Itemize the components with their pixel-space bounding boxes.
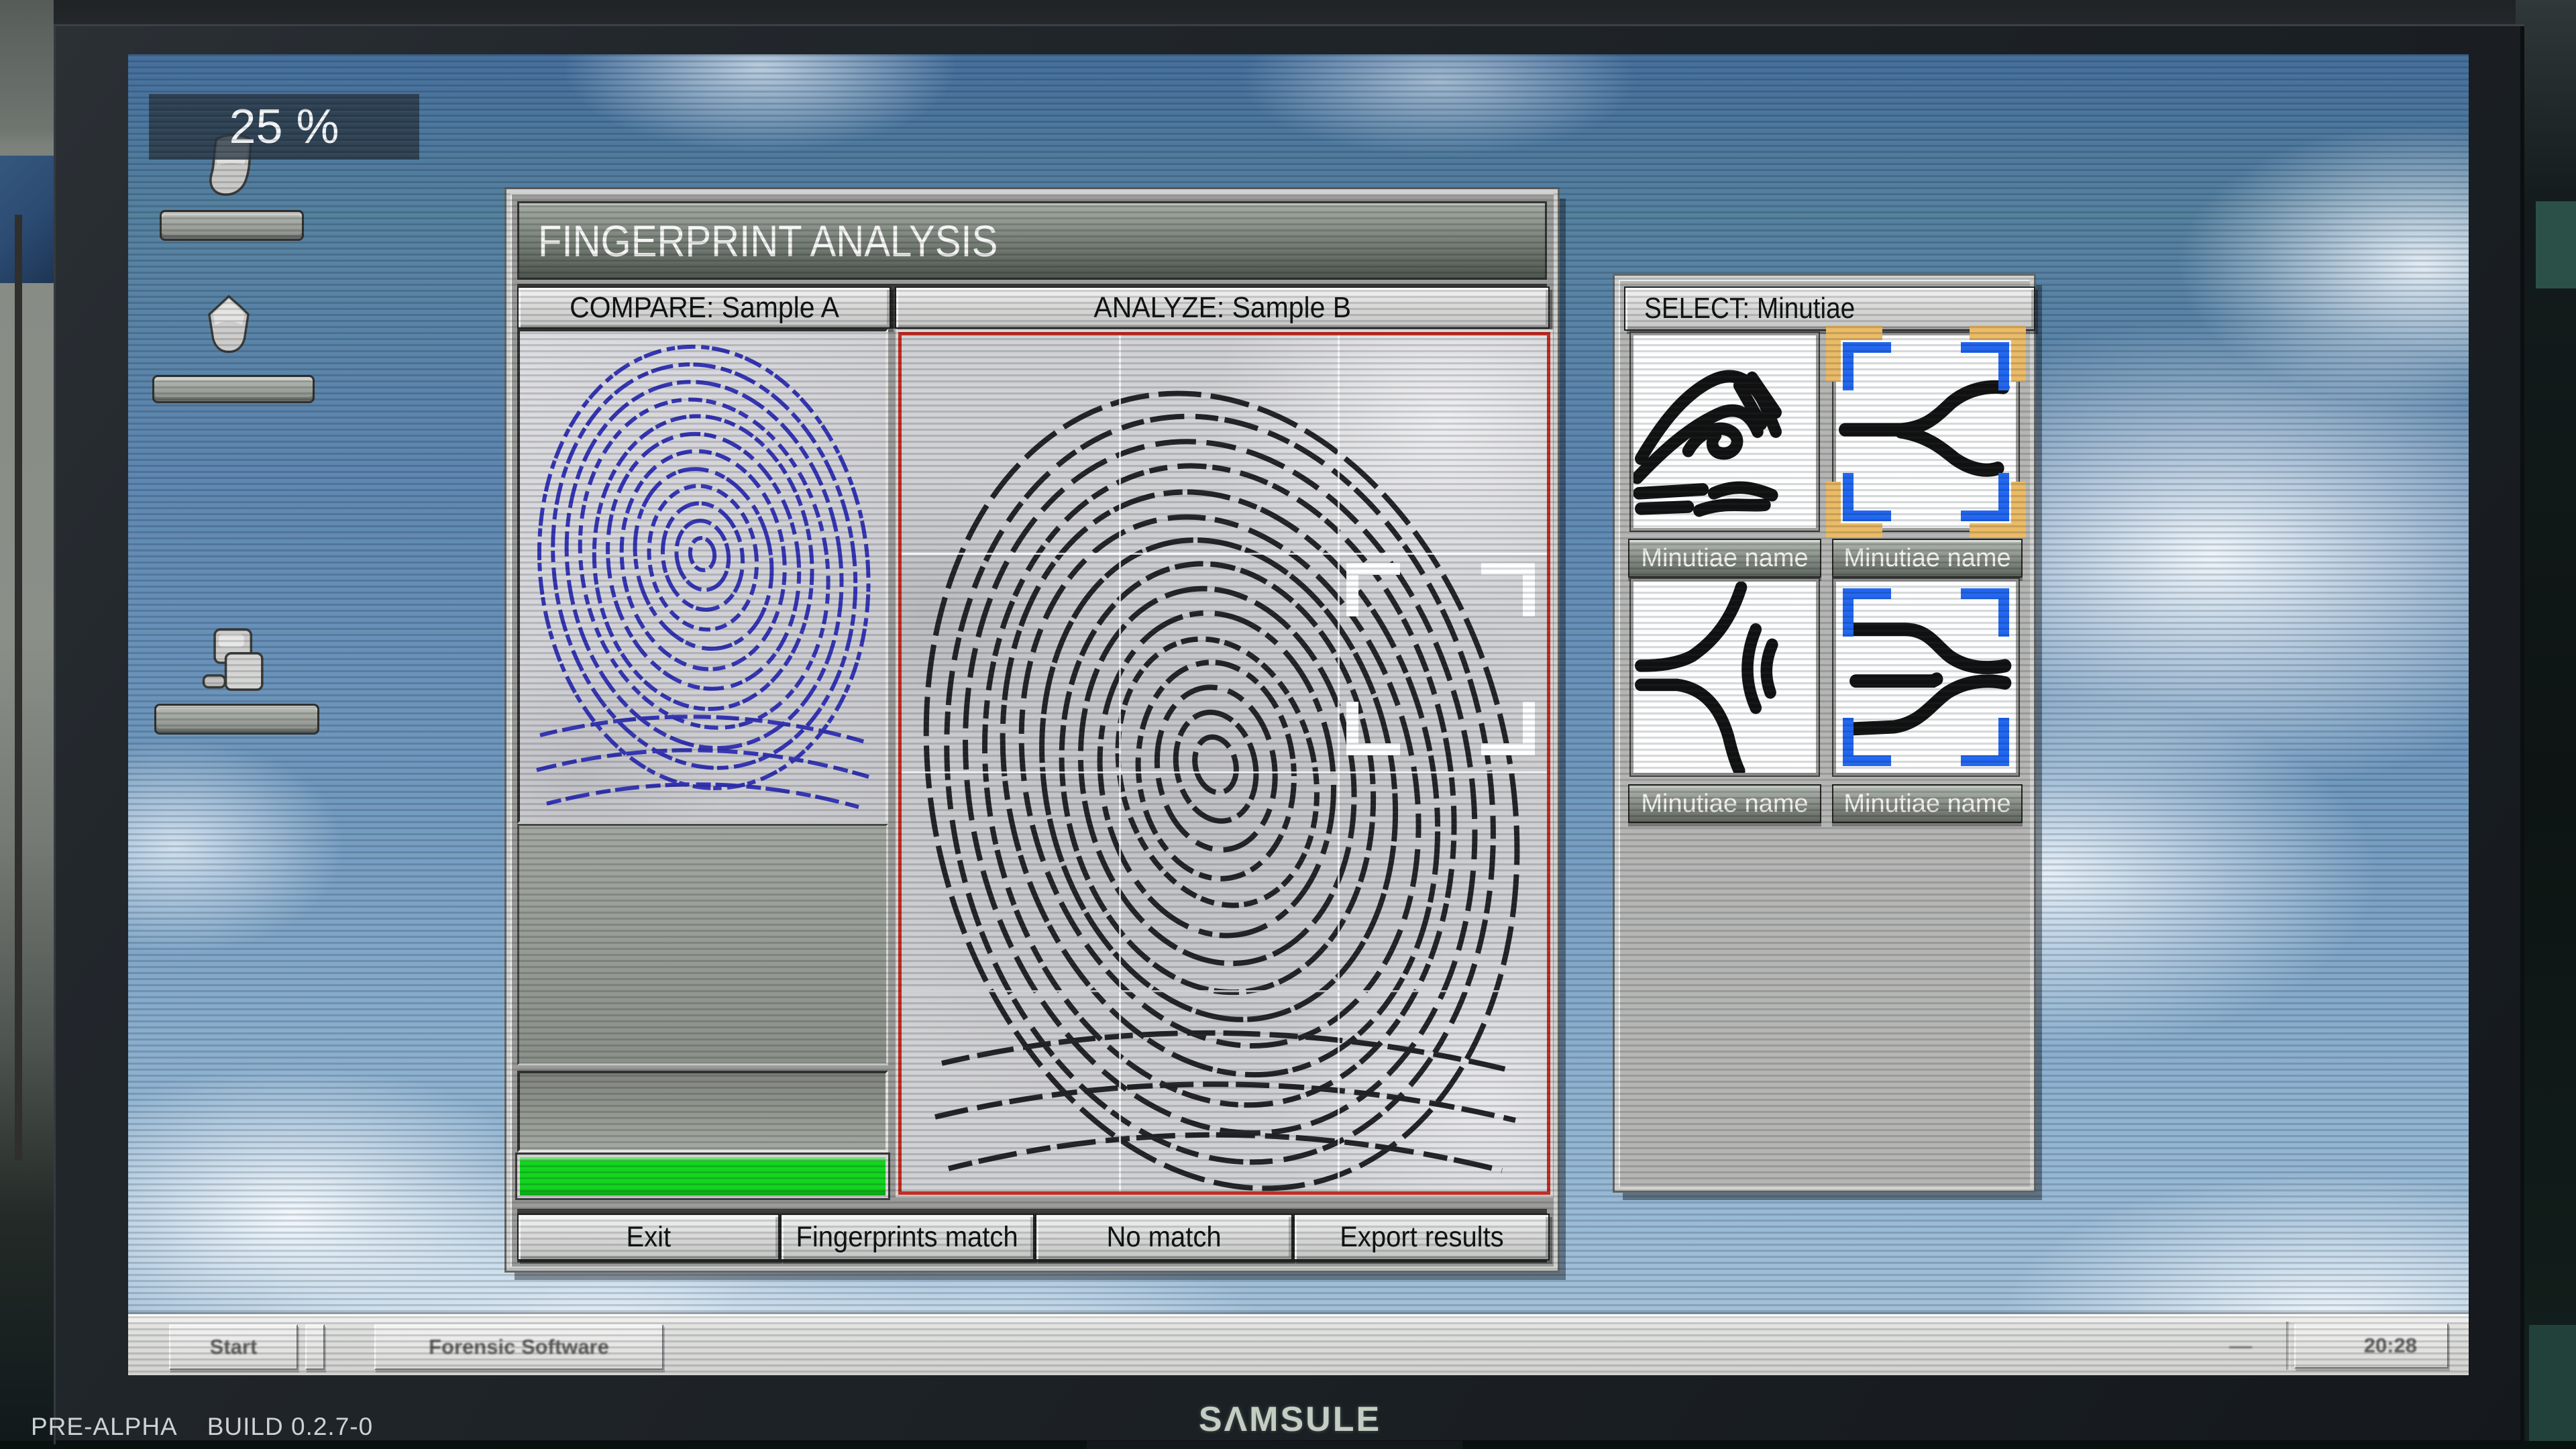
fingerprint-analysis-window: FINGERPRINT ANALYSIS COMPARE: Sample A A… (506, 189, 1558, 1271)
match-percent-value: 25 % (229, 99, 339, 154)
minutiae-label: Minutiae name (1628, 784, 1821, 823)
bracket-corner-icon (1346, 563, 1400, 616)
select-minutiae-panel: SELECT: Minutiae (1615, 276, 2034, 1191)
analyze-fingerprint-canvas[interactable] (898, 332, 1550, 1195)
grid-line-vertical (1338, 335, 1340, 1191)
icon-shelf (152, 375, 315, 403)
build-version: BUILD 0.2.7-0 (207, 1413, 373, 1440)
analyze-fingerprint-image (902, 335, 1547, 1191)
minutiae-thumb-converging-ridges[interactable] (1631, 579, 1819, 775)
selection-brackets[interactable] (1346, 563, 1535, 755)
bracket-corner-icon (1481, 563, 1535, 616)
minutiae-label-text: Minutiae name (1843, 790, 2010, 818)
grid-line-vertical (1119, 335, 1121, 1191)
selected-corner-icon (1843, 342, 1891, 390)
selected-corner-icon (1843, 588, 1891, 637)
export-results-label: Export results (1340, 1221, 1503, 1254)
minutiae-thumb-double-bifurcation[interactable] (1833, 579, 2019, 775)
minutiae-thumb-loop-pattern[interactable] (1631, 333, 1819, 531)
select-minutiae-header-label: SELECT: Minutiae (1644, 292, 1855, 325)
selected-corner-icon (1961, 342, 2009, 390)
room-blue-object (0, 156, 54, 283)
start-button[interactable]: Start (169, 1324, 298, 1370)
icon-shelf (160, 210, 304, 241)
window-title: FINGERPRINT ANALYSIS (538, 215, 998, 266)
bracket-corner-icon (1481, 702, 1535, 755)
fingerprints-match-button[interactable]: Fingerprints match (780, 1214, 1034, 1260)
room-teal-patch (2529, 1325, 2576, 1449)
grid-line-horizontal (902, 990, 1547, 992)
taskbar-clock[interactable]: 20:28 (2294, 1323, 2449, 1368)
minimized-indicator-glyph: — (2229, 1333, 2252, 1358)
compare-status-panel (517, 1071, 888, 1152)
compare-info-panel (517, 824, 888, 1065)
minutiae-label: Minutiae name (1628, 539, 1821, 578)
monitor-brand-logo: SΛMSULE (56, 1395, 2524, 1444)
room-background-top (0, 0, 2576, 27)
fingerprints-match-label: Fingerprints match (796, 1221, 1018, 1254)
taskbar-separator (305, 1324, 325, 1370)
grid-line-horizontal (902, 553, 1547, 555)
export-results-button[interactable]: Export results (1293, 1214, 1550, 1260)
loop-pattern-icon (1633, 335, 1816, 528)
converging-ridges-icon (1633, 582, 1816, 773)
match-percent-hud: 25 % (149, 94, 419, 160)
workstation-icon[interactable] (193, 621, 272, 704)
minutiae-thumb-bifurcation[interactable] (1833, 333, 2019, 531)
analyze-sample-header: ANALYZE: Sample B (895, 286, 1550, 329)
window-titlebar: FINGERPRINT ANALYSIS (517, 201, 1547, 280)
no-match-label: No match (1106, 1221, 1221, 1254)
build-watermark: PRE-ALPHA BUILD 0.2.7-0 (31, 1413, 402, 1441)
minutiae-label-text: Minutiae name (1641, 790, 1808, 818)
monitor-screen: 25 % FINGERPRINT ANALYSIS COMPARE: Sampl… (128, 54, 2469, 1375)
exit-button[interactable]: Exit (517, 1214, 780, 1260)
room-teal-patch (2536, 201, 2576, 288)
compare-sample-header: COMPARE: Sample A (517, 286, 891, 329)
build-phase: PRE-ALPHA (31, 1413, 178, 1440)
tray-separator (2286, 1322, 2290, 1370)
minimized-window-indicator[interactable]: — (2229, 1342, 2256, 1350)
minutiae-label-text: Minutiae name (1843, 544, 2010, 573)
bracket-corner-icon (1346, 702, 1400, 755)
match-progress-bar (520, 1157, 885, 1195)
grid-line-horizontal (902, 771, 1547, 773)
compare-fingerprint-box (517, 329, 888, 824)
clock-value: 20:28 (2364, 1334, 2417, 1358)
selected-corner-icon (1961, 588, 2009, 637)
minutiae-label-text: Minutiae name (1641, 544, 1808, 573)
select-minutiae-header: SELECT: Minutiae (1624, 286, 2035, 331)
task-button-label: Forensic Software (429, 1335, 609, 1359)
start-button-label: Start (210, 1335, 258, 1359)
match-progress-frame (517, 1155, 888, 1198)
compare-header-label: COMPARE: Sample A (570, 291, 839, 325)
selected-corner-icon (1843, 718, 1891, 766)
icon-shelf (154, 704, 319, 735)
monitor-stand-shadow (1087, 1441, 1462, 1449)
analyze-header-label: ANALYZE: Sample B (1093, 291, 1351, 325)
exit-button-label: Exit (626, 1221, 671, 1254)
minutiae-label: Minutiae name (1832, 784, 2023, 823)
taskbar-task-forensic-software[interactable]: Forensic Software (374, 1324, 663, 1370)
selected-corner-icon (1961, 473, 2009, 521)
selected-corner-icon (1961, 718, 2009, 766)
minutiae-label: Minutiae name (1832, 539, 2023, 578)
compare-fingerprint-image (520, 331, 885, 821)
gem-icon[interactable] (191, 290, 266, 368)
selected-corner-icon (1843, 473, 1891, 521)
room-pole (15, 215, 22, 1161)
taskbar: Start Forensic Software — 20:28 (128, 1314, 2469, 1375)
no-match-button[interactable]: No match (1035, 1214, 1293, 1260)
